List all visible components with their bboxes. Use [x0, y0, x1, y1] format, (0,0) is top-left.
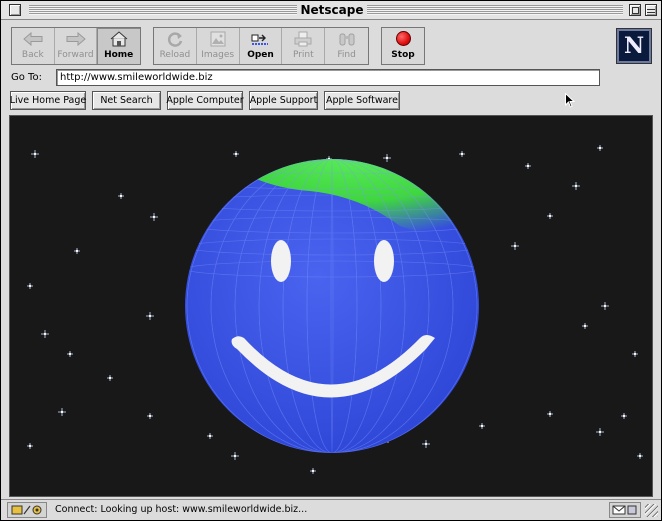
print-button[interactable]: Print — [282, 28, 326, 64]
zoom-box[interactable] — [629, 4, 641, 16]
personal-button-live-home-page[interactable]: Live Home Page — [10, 91, 86, 110]
status-bar: Connect: Looking up host: www.smileworld… — [1, 499, 661, 520]
forward-arrow-icon — [66, 31, 86, 47]
find-icon — [337, 31, 357, 47]
security-lock-button[interactable] — [7, 502, 47, 518]
smiley-left-eye — [271, 240, 291, 282]
back-label: Back — [21, 50, 44, 60]
open-label: Open — [247, 50, 274, 60]
back-arrow-icon — [23, 31, 43, 47]
find-button[interactable]: Find — [325, 28, 368, 64]
reload-label: Reload — [159, 50, 191, 60]
images-label: Images — [201, 50, 235, 60]
stop-label: Stop — [391, 50, 415, 60]
resize-grow-box[interactable] — [645, 504, 658, 517]
title-bar[interactable]: Netscape — [1, 1, 661, 20]
mouse-pointer-icon — [565, 92, 576, 112]
images-icon — [208, 31, 228, 47]
stop-button[interactable]: Stop — [381, 27, 425, 65]
smiley-right-eye — [374, 240, 394, 282]
personal-button-apple-support[interactable]: Apple Support — [249, 91, 318, 110]
nav-toolbar-group: Back Forward Home — [11, 27, 141, 65]
mail-icon — [612, 505, 637, 515]
forward-label: Forward — [57, 50, 94, 60]
personal-button-apple-software[interactable]: Apple Software — [324, 91, 400, 110]
title-bar-stripes-right — [367, 5, 623, 15]
status-text: Connect: Looking up host: www.smileworld… — [55, 504, 308, 515]
goto-label: Go To: — [11, 72, 42, 83]
reload-button[interactable]: Reload — [154, 28, 197, 64]
stop-icon — [395, 31, 411, 46]
location-field[interactable] — [56, 69, 600, 86]
personal-button-apple-computer[interactable]: Apple Computer — [166, 91, 244, 110]
netscape-logo[interactable]: N — [616, 28, 652, 64]
page-toolbar-group: Reload Images Open Print Find — [153, 27, 369, 65]
title-bar-stripes-left — [29, 5, 297, 15]
print-label: Print — [292, 50, 314, 60]
open-icon — [250, 31, 270, 47]
netscape-window: Netscape Back Forward Home Reload Images… — [0, 0, 662, 521]
home-button[interactable]: Home — [97, 28, 140, 64]
close-box[interactable] — [9, 4, 21, 16]
forward-button[interactable]: Forward — [55, 28, 98, 64]
back-button[interactable]: Back — [12, 28, 55, 64]
home-label: Home — [104, 50, 134, 60]
page-content[interactable] — [9, 115, 653, 497]
find-label: Find — [337, 50, 356, 60]
security-lock-icon — [11, 505, 42, 515]
print-icon — [293, 31, 313, 47]
personal-button-net-search[interactable]: Net Search — [92, 91, 161, 110]
window-title: Netscape — [297, 3, 367, 17]
smiley-globe-image — [10, 116, 652, 496]
reload-icon — [165, 31, 185, 47]
netscape-logo-letter: N — [623, 33, 645, 59]
mail-status-button[interactable] — [609, 502, 641, 518]
collapse-box[interactable] — [645, 4, 657, 16]
home-icon — [109, 31, 129, 47]
open-button[interactable]: Open — [240, 28, 283, 64]
images-button[interactable]: Images — [197, 28, 240, 64]
